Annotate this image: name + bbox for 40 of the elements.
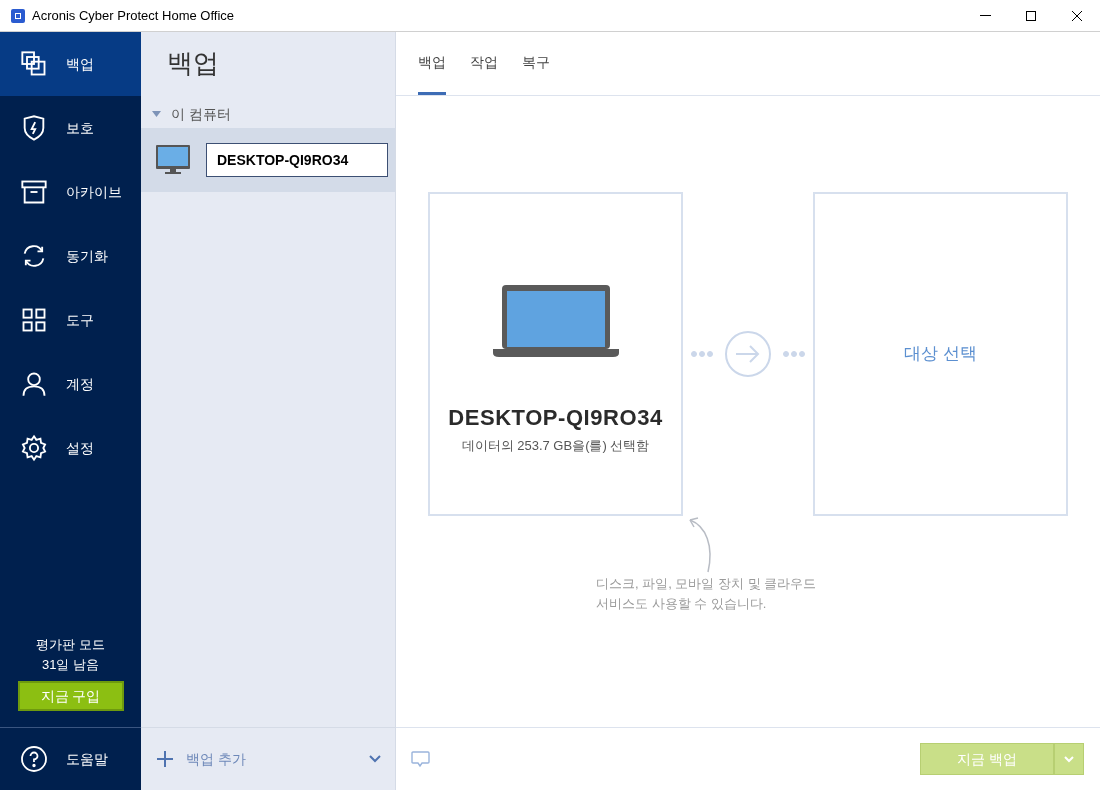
settings-icon	[20, 434, 48, 462]
backup-item[interactable]: DESKTOP-QI9RO34	[141, 128, 395, 192]
tab[interactable]: 작업	[470, 32, 498, 95]
source-detail: 데이터의 253.7 GB을(를) 선택함	[461, 437, 650, 455]
person-icon	[20, 370, 48, 398]
tab[interactable]: 복구	[522, 32, 550, 95]
chevron-down-icon	[1064, 755, 1074, 763]
window-title: Acronis Cyber Protect Home Office	[32, 6, 235, 25]
nav-item[interactable]: 보호	[0, 96, 141, 160]
help-icon[interactable]	[20, 745, 48, 773]
group-label: 이 컴퓨터	[171, 104, 231, 124]
nav-item[interactable]: 아카이브	[0, 160, 141, 224]
chat-bubble-icon[interactable]	[411, 750, 430, 768]
nav-item[interactable]: 계정	[0, 352, 141, 416]
chevron-down-icon[interactable]	[369, 755, 381, 763]
arrow-connector-icon	[690, 330, 806, 378]
hint-text: 서비스도 사용할 수 있습니다.	[596, 595, 768, 613]
app-logo-icon	[11, 8, 25, 23]
source-card[interactable]: DESKTOP-QI9RO34 데이터의 253.7 GB을(를) 선택함	[428, 192, 683, 516]
plus-icon	[156, 750, 174, 768]
hint-text: 디스크, 파일, 모바일 장치 및 클라우드	[596, 575, 818, 593]
panel-title: 백업	[166, 47, 220, 80]
trial-mode-text: 평가판 모드	[36, 636, 105, 654]
close-icon	[1071, 9, 1083, 22]
laptop-icon	[492, 285, 619, 357]
copy-icon	[20, 50, 48, 78]
days-remaining-text: 31일 남음	[41, 656, 100, 674]
expand-triangle-icon[interactable]	[152, 111, 161, 117]
nav-item[interactable]: 백업	[0, 32, 141, 96]
nav-item[interactable]: 도구	[0, 288, 141, 352]
backup-name-field[interactable]: DESKTOP-QI9RO34	[206, 143, 388, 177]
nav-item[interactable]: 동기화	[0, 224, 141, 288]
nav-item[interactable]: 설정	[0, 416, 141, 480]
grid-icon	[20, 306, 48, 334]
help-label[interactable]: 도움말	[66, 748, 108, 770]
tab[interactable]: 백업	[418, 32, 446, 95]
monitor-icon	[156, 145, 190, 175]
backup-options-button[interactable]	[1053, 743, 1084, 775]
source-name: DESKTOP-QI9RO34	[448, 404, 663, 432]
archive-box-icon	[20, 178, 48, 206]
